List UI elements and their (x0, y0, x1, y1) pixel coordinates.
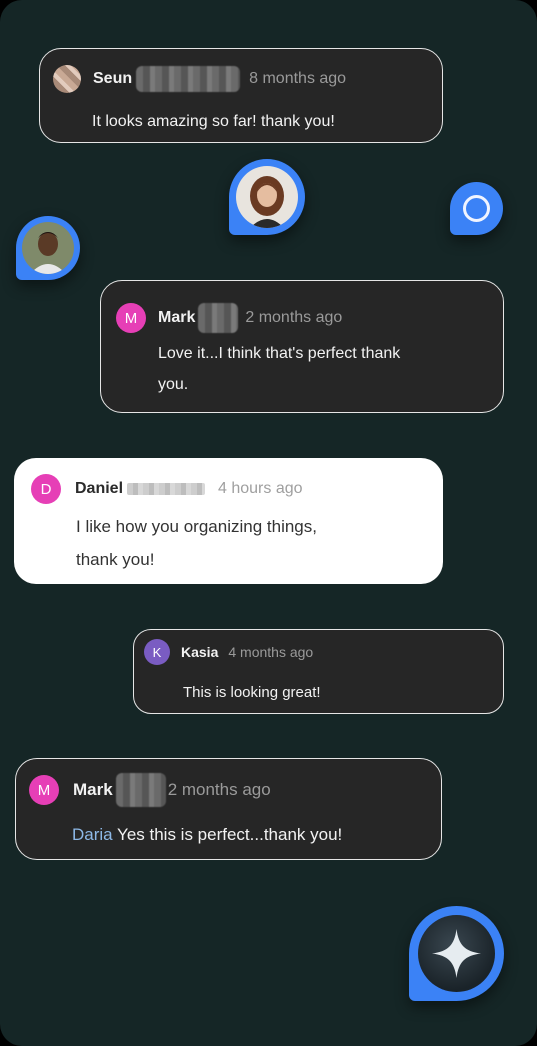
redacted-surname (115, 773, 166, 807)
comment-text: Love it...I think that's perfect thank (158, 345, 401, 362)
comment-text: I like how you organizing things, (76, 517, 317, 536)
comment-author: Seun (93, 70, 133, 87)
comment-card[interactable]: M Mark 2 months ago Daria Yes this is pe… (15, 758, 442, 860)
avatar: M (29, 775, 59, 805)
avatar: M (116, 303, 146, 333)
comment-author: Kasia (181, 644, 219, 660)
comment-timestamp: 8 months ago (249, 70, 347, 87)
avatar (53, 65, 81, 93)
comment-card-selected[interactable]: D Daniel 4 hours ago I like how you orga… (14, 458, 443, 584)
pin-ring-icon (463, 195, 490, 222)
comment-text: This is looking great! (183, 684, 321, 701)
avatar: D (31, 474, 61, 504)
comment-author: Mark (158, 309, 196, 326)
mention-link[interactable]: Daria (72, 825, 113, 844)
comments-canvas: Seun 8 months ago It looks amazing so fa… (0, 0, 537, 1046)
comment-text: It looks amazing so far! thank you! (92, 113, 335, 130)
comment-author: Mark (73, 780, 113, 799)
ai-assistant-button[interactable] (409, 906, 504, 1001)
location-pin[interactable] (229, 159, 305, 235)
redacted-surname (136, 66, 241, 92)
comment-timestamp: 2 months ago (167, 780, 271, 799)
comment-card[interactable]: M Mark 2 months ago Love it...I think th… (100, 280, 504, 413)
pin-avatar (22, 222, 74, 274)
comment-text: Daria Yes this is perfect...thank you! (72, 825, 342, 845)
comment-text-continued: thank you! (76, 550, 155, 569)
comment-author: Daniel (75, 480, 124, 497)
comment-body: Yes this is perfect...thank you! (117, 825, 343, 844)
sparkle-icon (418, 915, 495, 992)
location-pin[interactable] (450, 182, 503, 235)
comment-card[interactable]: Seun 8 months ago It looks amazing so fa… (39, 48, 443, 143)
redacted-surname (127, 483, 206, 495)
location-pin[interactable] (16, 216, 80, 280)
redacted-surname (198, 303, 239, 333)
pin-avatar (236, 166, 298, 228)
comment-text-continued: you. (158, 376, 189, 393)
avatar: K (144, 639, 170, 665)
comment-timestamp: 2 months ago (245, 309, 343, 326)
comment-timestamp: 4 hours ago (218, 480, 303, 497)
comment-card[interactable]: K Kasia 4 months ago This is looking gre… (133, 629, 504, 714)
comment-timestamp: 4 months ago (228, 644, 314, 660)
